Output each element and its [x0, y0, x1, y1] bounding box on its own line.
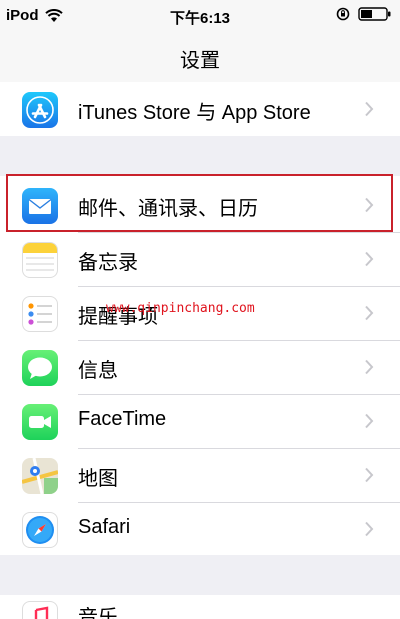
music-icon [22, 601, 58, 619]
chevron-right-icon [365, 467, 374, 483]
chevron-right-icon [365, 359, 374, 375]
battery-icon [358, 7, 391, 21]
settings-row-itunes-app-store[interactable]: iTunes Store 与 App Store [0, 82, 400, 136]
messages-icon [22, 350, 58, 386]
page-title: 设置 [180, 50, 220, 72]
settings-row-notes[interactable]: 备忘录 [0, 232, 400, 286]
settings-row-music[interactable]: 音乐 [0, 595, 400, 619]
chevron-right-icon [365, 197, 374, 213]
settings-section-media: 音乐 [0, 595, 400, 619]
settings-row-mail-contacts-calendars[interactable]: 邮件、通讯录、日历 [0, 178, 400, 232]
status-right [336, 7, 392, 21]
safari-icon [22, 512, 58, 548]
mail-icon [22, 188, 58, 224]
settings-row-maps[interactable]: 地图 [0, 448, 400, 502]
settings-section-apps: 邮件、通讯录、日历 备忘录 提醒事项 信息 FaceTime 地图 Safari [0, 176, 400, 555]
settings-row-label: Safari [78, 516, 131, 538]
status-bar: iPod 下午6:13 [0, 0, 400, 30]
notes-icon [22, 242, 58, 278]
chevron-right-icon [365, 251, 374, 267]
app-store-icon [22, 92, 58, 128]
settings-row-label: FaceTime [78, 408, 167, 430]
reminders-icon [22, 296, 58, 332]
settings-row-label: 邮件、通讯录、日历 [78, 198, 258, 220]
watermark-text: www.qinpinchang.com [106, 301, 255, 316]
settings-row-safari[interactable]: Safari [0, 502, 400, 556]
chevron-right-icon [365, 101, 374, 117]
settings-section-store: iTunes Store 与 App Store [0, 82, 400, 136]
settings-row-label: 备忘录 [78, 252, 138, 274]
maps-icon [22, 458, 58, 494]
settings-row-label: 信息 [78, 360, 118, 382]
chevron-right-icon [365, 305, 374, 321]
settings-row-label: iTunes Store 与 App Store [78, 102, 311, 124]
settings-row-label: 地图 [78, 468, 118, 490]
chevron-right-icon [365, 413, 374, 429]
chevron-right-icon [365, 521, 374, 537]
settings-row-label: 音乐 [78, 607, 118, 619]
settings-row-facetime[interactable]: FaceTime [0, 394, 400, 448]
facetime-icon [22, 404, 58, 440]
settings-row-messages[interactable]: 信息 [0, 340, 400, 394]
navigation-bar: 设置 [0, 30, 400, 83]
rotation-lock-icon [336, 7, 350, 21]
